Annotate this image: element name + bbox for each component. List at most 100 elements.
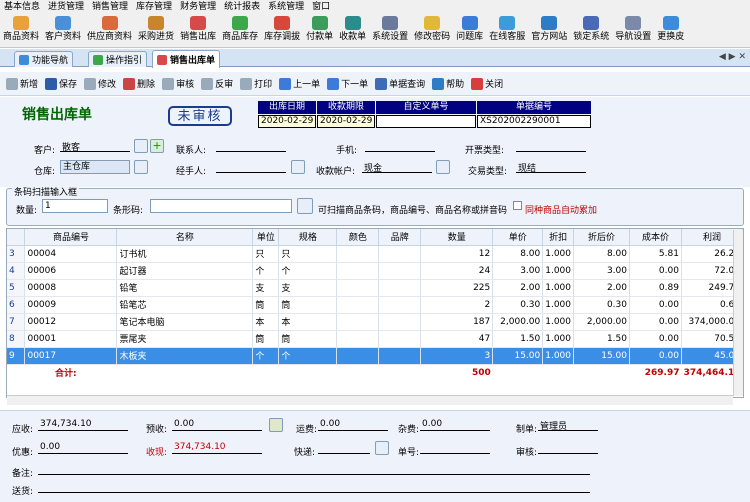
grid-cell[interactable]: 笔记本电脑 (116, 313, 254, 331)
print-button[interactable]: 打印 (240, 77, 272, 90)
grid-cell[interactable] (336, 330, 380, 348)
grid-cell[interactable]: 1.50 (573, 330, 630, 348)
grid-cell[interactable] (336, 347, 380, 365)
menu-basic-info[interactable]: 基本信息 (0, 0, 44, 14)
table-row[interactable]: 8 00001 票尾夹筒筒 47 1.50 1.000 1.50 0.00 70.50 (7, 330, 743, 348)
grid-cell[interactable]: 1.000 (542, 330, 574, 348)
grid-cell[interactable]: 1.000 (542, 262, 574, 280)
grid-cell[interactable]: 3.00 (492, 262, 544, 280)
column-header[interactable]: 颜色 (336, 229, 380, 246)
menu-sales[interactable]: 销售管理 (88, 0, 132, 14)
grid-cell[interactable]: 0.00 (629, 330, 682, 348)
grid-cell[interactable]: 筒 (252, 330, 280, 348)
grid-cell[interactable]: 47 (420, 330, 494, 348)
grid-cell[interactable]: 只 (278, 245, 338, 263)
grid-cell[interactable]: 8.00 (492, 245, 544, 263)
grid-cell[interactable]: 8.00 (573, 245, 630, 263)
grid-cell[interactable]: 1.000 (542, 245, 574, 263)
outbound-date-field[interactable]: 2020-02-29 (258, 115, 316, 128)
grid-horizontal-scrollbar[interactable] (7, 395, 733, 405)
grid-cell[interactable]: 187 (420, 313, 494, 331)
grid-cell[interactable]: 12 (420, 245, 494, 263)
menu-window[interactable]: 窗口 (308, 0, 334, 14)
menu-reports[interactable]: 统计报表 (220, 0, 264, 14)
grid-cell[interactable]: 0.00 (629, 296, 682, 314)
grid-cell[interactable] (336, 279, 380, 297)
discount-field[interactable]: 0.00 (38, 442, 128, 454)
customer-field[interactable]: 散客 (60, 140, 130, 153)
grid-cell[interactable]: 筒 (252, 296, 280, 314)
toolbar-button-support[interactable]: 在线客服 (486, 14, 528, 48)
grid-cell[interactable]: 筒 (278, 330, 338, 348)
grid-cell[interactable]: 票尾夹 (116, 330, 254, 348)
column-header[interactable]: 数量 (420, 229, 494, 246)
grid-cell[interactable]: 铅笔 (116, 279, 254, 297)
column-header[interactable]: 名称 (116, 229, 254, 246)
grid-cell[interactable]: 本 (278, 313, 338, 331)
toolbar-button-customer[interactable]: 客户资料 (42, 14, 84, 48)
query-button[interactable]: 单据查询 (375, 77, 425, 90)
delete-button[interactable]: 删除 (123, 77, 155, 90)
next-button[interactable]: 下一单 (327, 77, 368, 90)
grid-cell[interactable]: 本 (252, 313, 280, 331)
prepaid-field[interactable]: 0.00 (172, 419, 262, 431)
table-row[interactable]: 6 00009 铅笔芯筒筒 2 0.30 1.000 0.30 0.00 0.60 (7, 296, 743, 314)
audit-button[interactable]: 审核 (162, 77, 194, 90)
grid-cell[interactable] (378, 313, 422, 331)
contact-field[interactable] (216, 140, 286, 152)
table-row[interactable]: 7 00012 笔记本电脑本本 187 2,000.00 1.000 2,000.00 0.0… (7, 313, 743, 331)
tab-operation-guide[interactable]: 操作指引 (88, 51, 148, 67)
grid-cell[interactable]: 订书机 (116, 245, 254, 263)
due-date-field[interactable]: 2020-02-29 (317, 115, 375, 128)
warehouse-lookup-icon[interactable] (134, 160, 148, 174)
accumulate-checkbox[interactable] (513, 201, 522, 210)
grid-cell[interactable] (336, 313, 380, 331)
grid-cell[interactable]: 筒 (278, 296, 338, 314)
prev-button[interactable]: 上一单 (279, 77, 320, 90)
remark-field[interactable] (38, 463, 590, 475)
toolbar-button-lock[interactable]: 锁定系统 (570, 14, 612, 48)
grid-cell[interactable]: 7 (7, 313, 26, 331)
grid-cell[interactable] (378, 296, 422, 314)
phone-field[interactable] (365, 140, 435, 152)
search-icon[interactable] (297, 198, 313, 214)
toolbar-button-inventory[interactable]: 商品库存 (219, 14, 261, 48)
column-header[interactable]: 规格 (278, 229, 338, 246)
grid-cell[interactable]: 1.000 (542, 296, 574, 314)
grid-cell[interactable]: 0.30 (492, 296, 544, 314)
grid-cell[interactable]: 9 (7, 347, 26, 365)
express-lookup-icon[interactable] (375, 441, 389, 455)
tab-sales-out-order[interactable]: 销售出库单 (152, 50, 221, 68)
grid-cell[interactable]: 0.00 (629, 313, 682, 331)
grid-cell[interactable] (378, 347, 422, 365)
toolbar-button-sales-out[interactable]: 销售出库 (177, 14, 219, 48)
grid-cell[interactable]: 24 (420, 262, 494, 280)
grid-cell[interactable]: 3 (420, 347, 494, 365)
column-header[interactable]: 折扣 (542, 229, 574, 246)
tracking-no-field[interactable] (420, 442, 490, 454)
delivery-field[interactable] (38, 481, 590, 493)
grid-cell[interactable]: 1.000 (542, 279, 574, 297)
grid-cell[interactable]: 15.00 (573, 347, 630, 365)
trade-type-field[interactable]: 现结 (516, 161, 586, 174)
toolbar-button-password[interactable]: 修改密码 (411, 14, 453, 48)
toolbar-button-faq[interactable]: 问题库 (453, 14, 486, 48)
grid-cell[interactable]: 2,000.00 (492, 313, 544, 331)
qty-input[interactable]: 1 (42, 199, 108, 213)
barcode-input[interactable] (150, 199, 292, 213)
unaudit-button[interactable]: 反审 (201, 77, 233, 90)
grid-cell[interactable]: 起订器 (116, 262, 254, 280)
grid-cell[interactable]: 8 (7, 330, 26, 348)
menu-inventory[interactable]: 库存管理 (132, 0, 176, 14)
toolbar-button-skin[interactable]: 更换皮 (654, 14, 687, 48)
custom-no-field[interactable] (376, 115, 476, 128)
grid-cell[interactable]: 3 (7, 245, 26, 263)
freight-field[interactable]: 0.00 (318, 419, 388, 431)
warehouse-select[interactable]: 主仓库 (60, 160, 130, 174)
tab-nav-controls[interactable]: ◀ ▶ ✕ (719, 52, 746, 62)
toolbar-button-purchase[interactable]: 采购进货 (135, 14, 177, 48)
toolbar-button-receipt[interactable]: 收款单 (336, 14, 369, 48)
grid-cell[interactable]: 00006 (24, 262, 118, 280)
menu-system[interactable]: 系统管理 (264, 0, 308, 14)
grid-cell[interactable]: 00017 (24, 347, 118, 365)
